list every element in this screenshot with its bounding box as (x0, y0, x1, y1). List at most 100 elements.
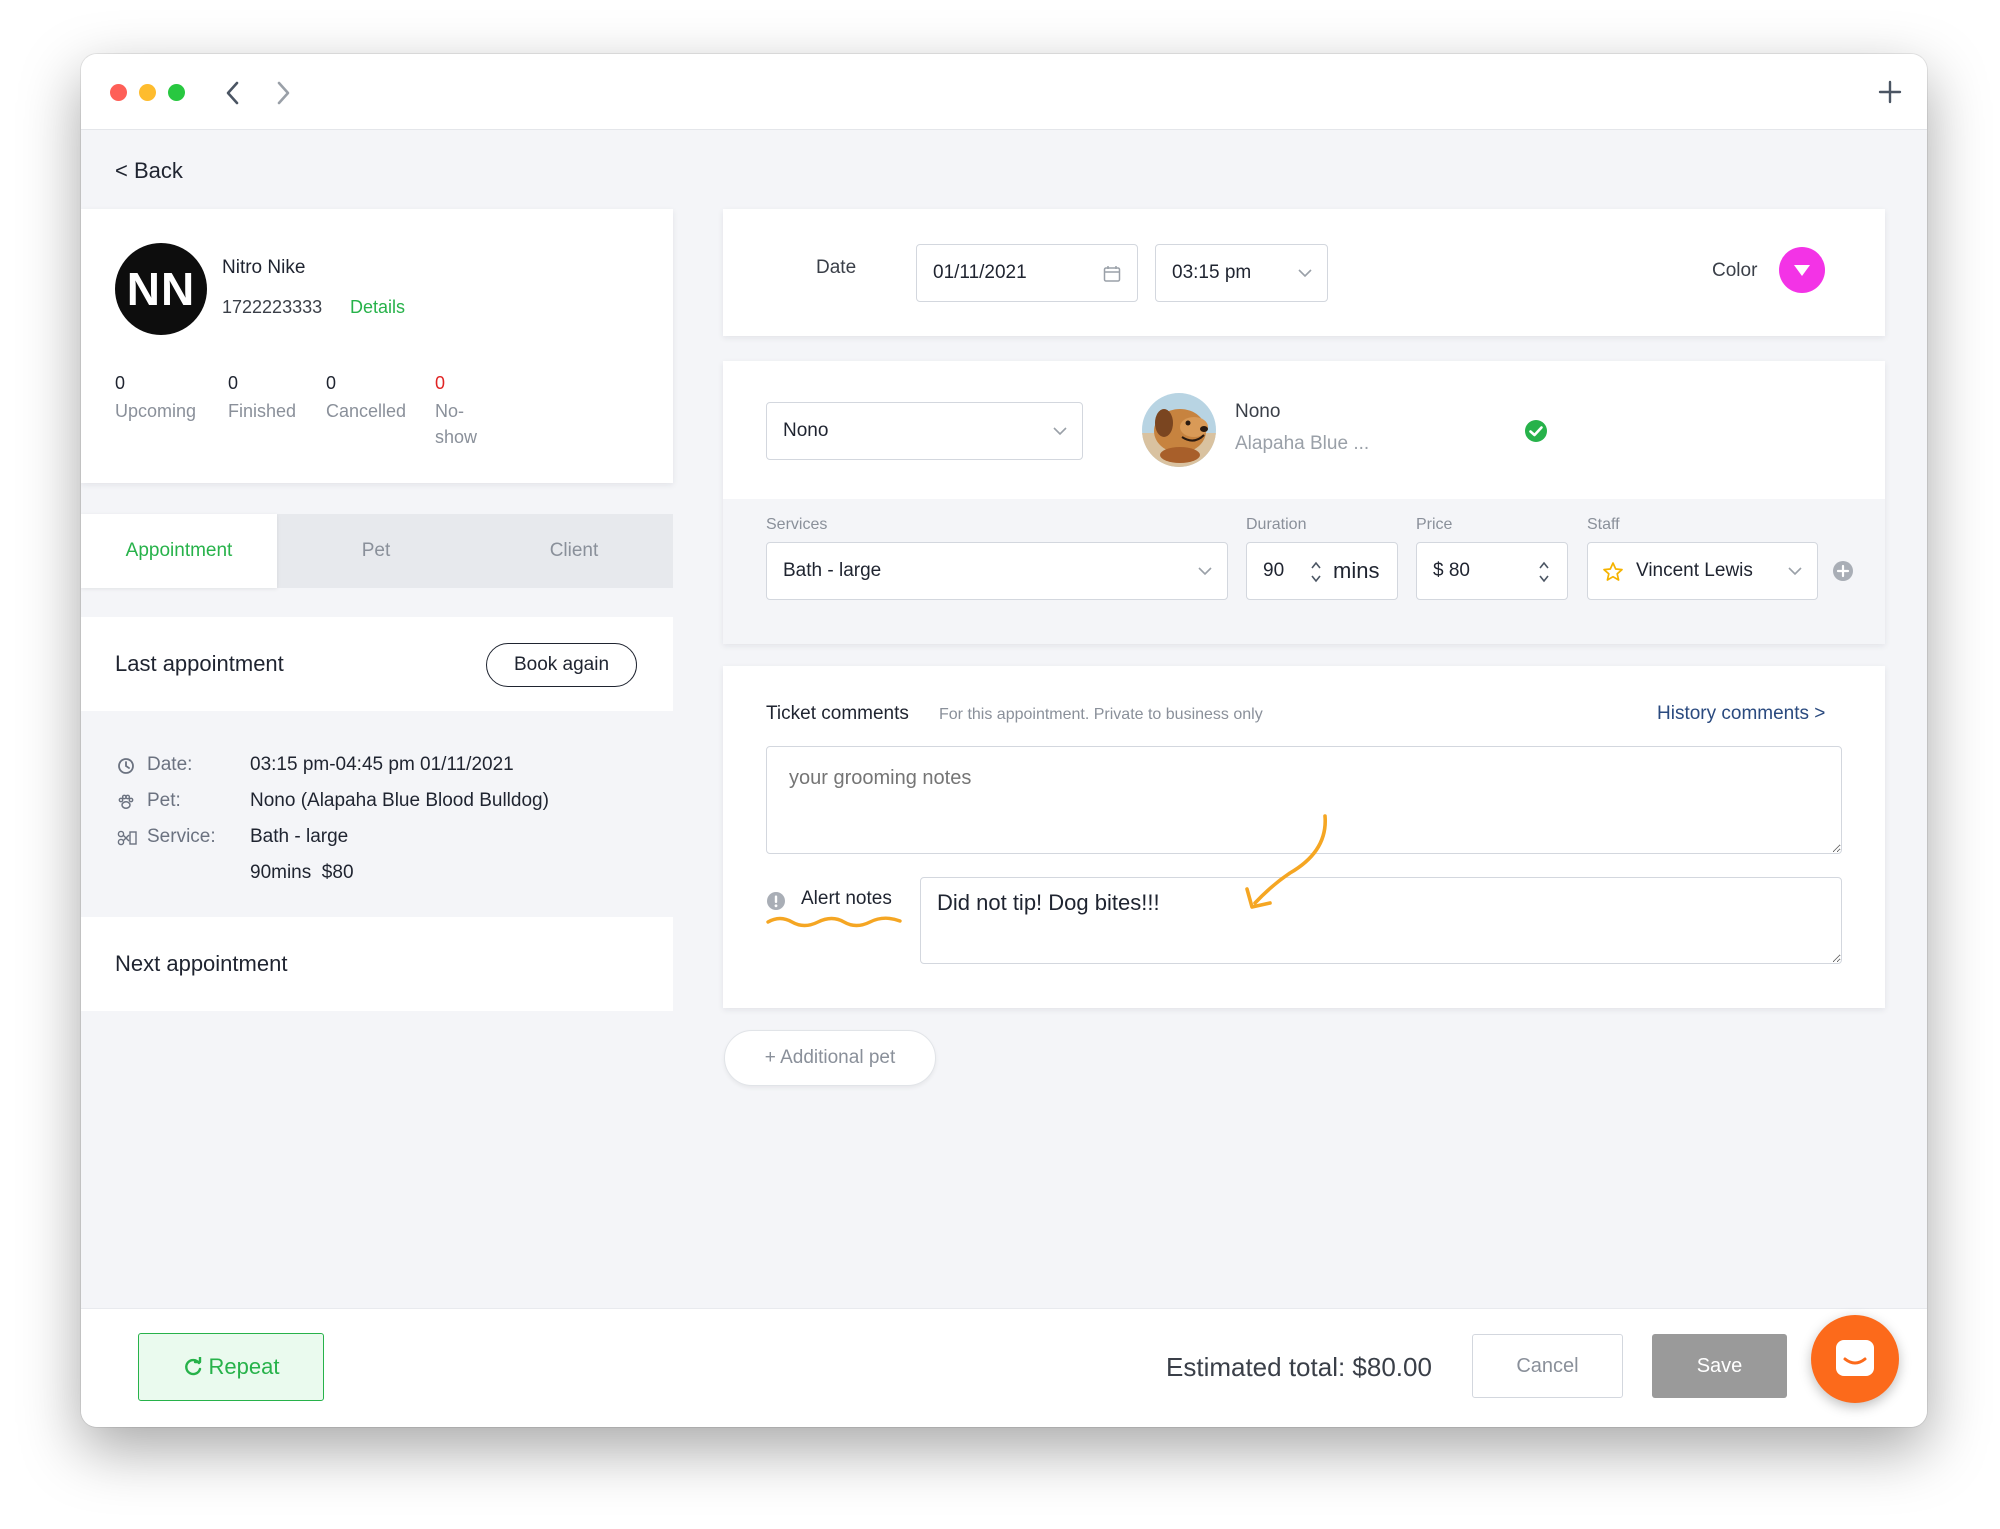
nav-back-icon[interactable] (221, 78, 245, 108)
stepper-icon[interactable] (1309, 559, 1323, 585)
color-picker-button[interactable] (1779, 247, 1825, 293)
client-details-link[interactable]: Details (350, 297, 405, 318)
repeat-label: Repeat (208, 1354, 280, 1379)
pet-name: Nono (1235, 401, 1281, 422)
last-date-value: 03:15 pm-04:45 pm 01/11/2021 (250, 754, 514, 775)
date-input[interactable]: 01/11/2021 (916, 244, 1138, 302)
chevron-down-icon (1198, 567, 1212, 576)
chevron-down-icon (1053, 427, 1067, 436)
price-input[interactable]: $ 80 (1416, 542, 1568, 600)
stat-label: Upcoming (115, 401, 197, 421)
alert-underline-annotation (766, 916, 902, 928)
close-window-button[interactable] (110, 84, 127, 101)
book-again-button[interactable]: Book again (486, 643, 637, 687)
alert-notes-textarea[interactable]: Did not tip! Dog bites!!! (920, 877, 1842, 964)
staff-select[interactable]: Vincent Lewis (1587, 542, 1818, 600)
last-appointment-panel: Last appointment Book again Date: 03:15 … (81, 617, 673, 1222)
services-label: Services (766, 516, 828, 533)
pet-select[interactable]: Nono (766, 402, 1083, 460)
comments-card: Ticket comments For this appointment. Pr… (723, 666, 1885, 1008)
maximize-window-button[interactable] (168, 84, 185, 101)
grooming-icon (117, 830, 137, 846)
stat-label: show (435, 427, 478, 447)
history-comments-link[interactable]: History comments > (1657, 703, 1825, 725)
nav-forward-icon[interactable] (271, 78, 295, 108)
new-tab-icon[interactable] (1877, 79, 1903, 105)
app-window: < Back NN Nitro Nike 1722223333 Details … (81, 54, 1927, 1427)
save-button[interactable]: Save (1652, 1334, 1787, 1398)
pet-service-card: Nono Nono Alapaha Blue ... Services Bath… (723, 361, 1885, 644)
schedule-card: Date 01/11/2021 03:15 pm Color (723, 209, 1885, 336)
additional-pet-button[interactable]: + Additional pet (724, 1030, 936, 1086)
time-select[interactable]: 03:15 pm (1155, 244, 1328, 302)
tab-bar: Appointment Pet Client (81, 514, 673, 588)
chat-launcher-button[interactable] (1811, 1315, 1899, 1403)
last-date-label: Date: (147, 754, 193, 775)
services-value: Bath - large (783, 560, 882, 581)
triangle-down-icon (1794, 265, 1810, 276)
stat-value: 0 (435, 373, 446, 393)
client-avatar: NN (115, 243, 207, 335)
date-value: 01/11/2021 (933, 262, 1027, 283)
dog-photo-icon (1142, 393, 1216, 467)
next-appointment-body (81, 1011, 673, 1222)
next-appointment-title: Next appointment (115, 951, 288, 976)
chat-icon (1836, 1340, 1874, 1376)
title-bar (81, 54, 1927, 130)
price-label: Price (1416, 516, 1453, 533)
pet-select-value: Nono (783, 420, 829, 441)
last-service-label: Service: (147, 826, 216, 847)
stat-label: Finished (228, 401, 297, 421)
alert-notes-label: Alert notes (801, 888, 892, 909)
tab-pet[interactable]: Pet (277, 514, 475, 588)
cancel-button[interactable]: Cancel (1472, 1334, 1623, 1398)
duration-unit: mins (1333, 558, 1380, 583)
price-value: $ 80 (1433, 560, 1470, 581)
last-service-detail: 90mins $80 (250, 862, 354, 883)
repeat-icon (184, 1357, 201, 1376)
check-circle-icon (1525, 420, 1547, 442)
tab-appointment[interactable]: Appointment (81, 514, 277, 588)
stat-value: 0 (326, 373, 337, 393)
stat-label: No- (435, 401, 465, 421)
staff-label: Staff (1587, 516, 1620, 533)
stepper-icon[interactable] (1537, 559, 1551, 585)
last-pet-label: Pet: (147, 790, 181, 811)
client-name: Nitro Nike (222, 257, 306, 278)
stat-value: 0 (228, 373, 239, 393)
client-card: NN Nitro Nike 1722223333 Details 0 Upcom… (81, 209, 673, 483)
pet-photo (1142, 393, 1216, 467)
last-service-value: Bath - large (250, 826, 349, 847)
stat-value: 0 (115, 373, 126, 393)
service-row: Services Bath - large Duration 90 mins P… (723, 499, 1885, 644)
estimated-total: Estimated total: $80.00 (1166, 1352, 1432, 1382)
minimize-window-button[interactable] (139, 84, 156, 101)
ticket-comments-hint: For this appointment. Private to busines… (939, 706, 1263, 723)
duration-value: 90 (1263, 560, 1285, 581)
ticket-comments-label: Ticket comments (766, 703, 909, 724)
stat-label: Cancelled (326, 401, 407, 421)
arrow-annotation (1245, 814, 1327, 909)
pet-breed: Alapaha Blue ... (1235, 433, 1370, 454)
repeat-button[interactable]: Repeat (138, 1333, 324, 1401)
staff-value: Vincent Lewis (1636, 560, 1753, 581)
back-link[interactable]: < Back (115, 158, 183, 184)
calendar-icon (1103, 266, 1121, 282)
services-select[interactable]: Bath - large (766, 542, 1228, 600)
tab-client[interactable]: Client (475, 514, 673, 588)
date-label: Date (816, 257, 857, 278)
footer-bar: Repeat Estimated total: $80.00 Cancel Sa… (81, 1308, 1927, 1427)
add-service-icon[interactable] (1832, 560, 1854, 582)
chevron-down-icon (1788, 567, 1802, 576)
client-phone: 1722223333 (222, 297, 323, 317)
clock-icon (118, 758, 134, 774)
duration-label: Duration (1246, 516, 1307, 533)
star-icon (1603, 562, 1623, 581)
last-appointment-header: Last appointment Book again (81, 617, 673, 711)
last-pet-value: Nono (Alapaha Blue Blood Bulldog) (250, 790, 549, 811)
next-appointment-header: Next appointment (81, 917, 673, 1011)
time-value: 03:15 pm (1172, 262, 1252, 283)
chevron-down-icon (1298, 269, 1312, 278)
duration-input[interactable]: 90 mins (1246, 542, 1398, 600)
alert-icon (767, 892, 785, 910)
